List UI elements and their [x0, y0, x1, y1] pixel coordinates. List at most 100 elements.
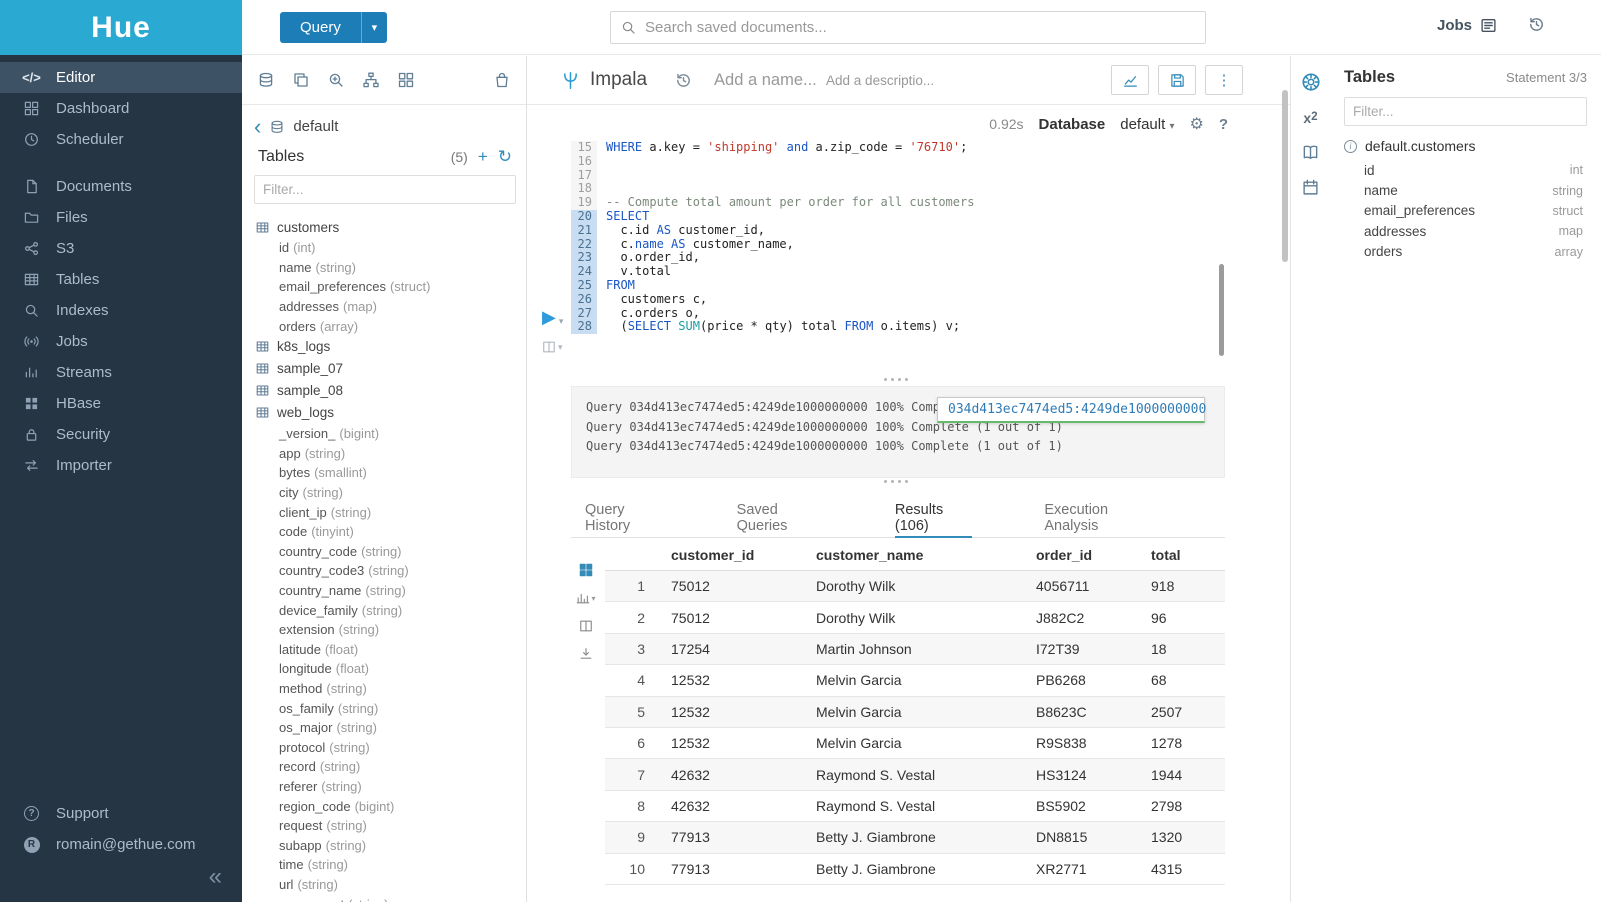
right-panel-column-name[interactable]: namestring [1344, 180, 1587, 200]
table-item-customers[interactable]: customers [256, 216, 526, 238]
code-line[interactable]: 27 c.orders o, [571, 307, 1220, 321]
bag-icon[interactable] [494, 72, 510, 88]
column-item[interactable]: _version_(bigint) [256, 424, 526, 444]
results-col-order-id[interactable]: order_id [1028, 547, 1143, 563]
sidebar-item-documents[interactable]: Documents [0, 171, 242, 202]
column-item[interactable]: user_agent(string) [256, 894, 526, 902]
log-resize-handle-bottom[interactable] [571, 480, 1220, 483]
refresh-icon[interactable]: ↻ [498, 150, 512, 164]
database-select[interactable]: default ▾ [1120, 116, 1174, 133]
help-icon[interactable]: ? [1219, 116, 1228, 133]
code-line[interactable]: 22 c.name AS customer_name, [571, 238, 1220, 252]
column-item[interactable]: url(string) [256, 875, 526, 895]
table-item-sample-08[interactable]: sample_08 [256, 380, 526, 402]
sidebar-item-importer[interactable]: Importer [0, 450, 242, 481]
column-item[interactable]: email_preferences(struct) [256, 277, 526, 297]
column-item[interactable]: extension(string) [256, 620, 526, 640]
table-filter-input[interactable] [254, 175, 516, 204]
sidebar-item-hbase[interactable]: HBase [0, 388, 242, 419]
column-item[interactable]: time(string) [256, 855, 526, 875]
sidebar-item-scheduler[interactable]: Scheduler [0, 124, 242, 155]
hue-logo[interactable]: Hue [0, 0, 242, 55]
column-item[interactable]: latitude(float) [256, 640, 526, 660]
column-item[interactable]: orders(array) [256, 316, 526, 336]
snippet-type-button[interactable]: ▾ [542, 340, 563, 354]
query-history-icon[interactable] [1528, 16, 1545, 33]
right-panel-column-orders[interactable]: ordersarray [1344, 242, 1587, 262]
sidebar-item-user[interactable]: R romain@gethue.com [0, 829, 242, 860]
sidebar-item-s3[interactable]: S3 [0, 233, 242, 264]
table-row[interactable]: 612532Melvin GarciaR9S8381278 [605, 728, 1225, 759]
table-row[interactable]: 175012Dorothy Wilk4056711918 [605, 571, 1225, 602]
sidebar-collapse-button[interactable]: « [0, 860, 242, 894]
log-resize-handle-top[interactable] [571, 378, 1220, 381]
docs-icon[interactable] [1302, 144, 1319, 161]
sidebar-item-jobs[interactable]: Jobs [0, 326, 242, 357]
query-id-popover[interactable]: 034d413ec7474ed5:4249de1000000000 [937, 397, 1205, 423]
assist-wheel-icon[interactable] [1301, 72, 1321, 92]
code-line[interactable]: 17 [571, 169, 1220, 183]
column-item[interactable]: device_family(string) [256, 600, 526, 620]
new-query-button[interactable]: Query ▾ [280, 12, 387, 43]
settings-gear-icon[interactable]: ⚙ [1189, 114, 1203, 134]
table-row[interactable]: 842632Raymond S. VestalBS59022798 [605, 791, 1225, 822]
sidebar-item-editor[interactable]: </>Editor [0, 62, 242, 93]
jobs-button[interactable]: Jobs [1437, 17, 1497, 34]
code-line[interactable]: 28 (SELECT SUM(price * qty) total FROM o… [571, 320, 1220, 334]
table-row[interactable]: 512532Melvin GarciaB8623C2507 [605, 697, 1225, 728]
column-item[interactable]: id(int) [256, 238, 526, 258]
column-item[interactable]: country_code3(string) [256, 561, 526, 581]
query-name-input[interactable] [714, 71, 826, 90]
chart-button[interactable] [1111, 65, 1149, 95]
table-item-web-logs[interactable]: web_logs [256, 402, 526, 424]
column-item[interactable]: record(string) [256, 757, 526, 777]
tab-query-history[interactable]: Query History [585, 500, 665, 538]
column-item[interactable]: code(tinyint) [256, 522, 526, 542]
column-item[interactable]: country_code(string) [256, 542, 526, 562]
table-row[interactable]: 275012Dorothy WilkJ882C296 [605, 602, 1225, 633]
column-item[interactable]: client_ip(string) [256, 502, 526, 522]
save-button[interactable] [1158, 65, 1196, 95]
more-actions-button[interactable]: ⋮ [1205, 65, 1243, 95]
column-item[interactable]: protocol(string) [256, 737, 526, 757]
results-col-customer-name[interactable]: customer_name [808, 547, 1028, 563]
superscript-icon[interactable]: x2 [1303, 110, 1317, 126]
query-dropdown-caret[interactable]: ▾ [361, 12, 387, 43]
database-icon[interactable] [258, 72, 274, 88]
right-panel-column-email-preferences[interactable]: email_preferencesstruct [1344, 201, 1587, 221]
right-filter-input[interactable] [1344, 97, 1587, 126]
table-item-k8s-logs[interactable]: k8s_logs [256, 336, 526, 358]
code-line[interactable]: 23 o.order_id, [571, 251, 1220, 265]
column-item[interactable]: longitude(float) [256, 659, 526, 679]
table-row[interactable]: 742632Raymond S. VestalHS31241944 [605, 759, 1225, 790]
editor-history-icon[interactable] [675, 72, 692, 89]
sidebar-item-support[interactable]: ? Support [0, 798, 242, 829]
code-line[interactable]: 15WHERE a.key = 'shipping' and a.zip_cod… [571, 141, 1220, 155]
code-line[interactable]: 16 [571, 155, 1220, 169]
grid-icon[interactable] [398, 72, 414, 88]
search-input[interactable] [645, 19, 1195, 36]
table-row[interactable]: 317254Martin JohnsonI72T3918 [605, 634, 1225, 665]
copy-icon[interactable] [293, 72, 309, 88]
code-line[interactable]: 26 customers c, [571, 293, 1220, 307]
back-chevron-icon[interactable]: ‹ [254, 119, 261, 135]
sidebar-item-tables[interactable]: Tables [0, 264, 242, 295]
editor-scrollbar[interactable] [1219, 264, 1224, 356]
tab-execution-analysis[interactable]: Execution Analysis [1044, 500, 1153, 538]
panel-scrollbar[interactable] [1282, 90, 1288, 262]
table-row[interactable]: 412532Melvin GarciaPB626868 [605, 665, 1225, 696]
execute-dropdown-caret[interactable]: ▾ [559, 316, 564, 327]
column-item[interactable]: city(string) [256, 483, 526, 503]
column-item[interactable]: country_name(string) [256, 581, 526, 601]
column-item[interactable]: referer(string) [256, 777, 526, 797]
tab-saved-queries[interactable]: Saved Queries [737, 500, 823, 538]
column-item[interactable]: subapp(string) [256, 835, 526, 855]
query-description-input[interactable] [826, 73, 951, 88]
sitemap-icon[interactable] [363, 72, 379, 88]
column-item[interactable]: name(string) [256, 258, 526, 278]
column-item[interactable]: addresses(map) [256, 297, 526, 317]
add-table-icon[interactable]: + [478, 150, 488, 164]
code-line[interactable]: 20SELECT [571, 210, 1220, 224]
sidebar-item-indexes[interactable]: Indexes [0, 295, 242, 326]
table-item-sample-07[interactable]: sample_07 [256, 358, 526, 380]
